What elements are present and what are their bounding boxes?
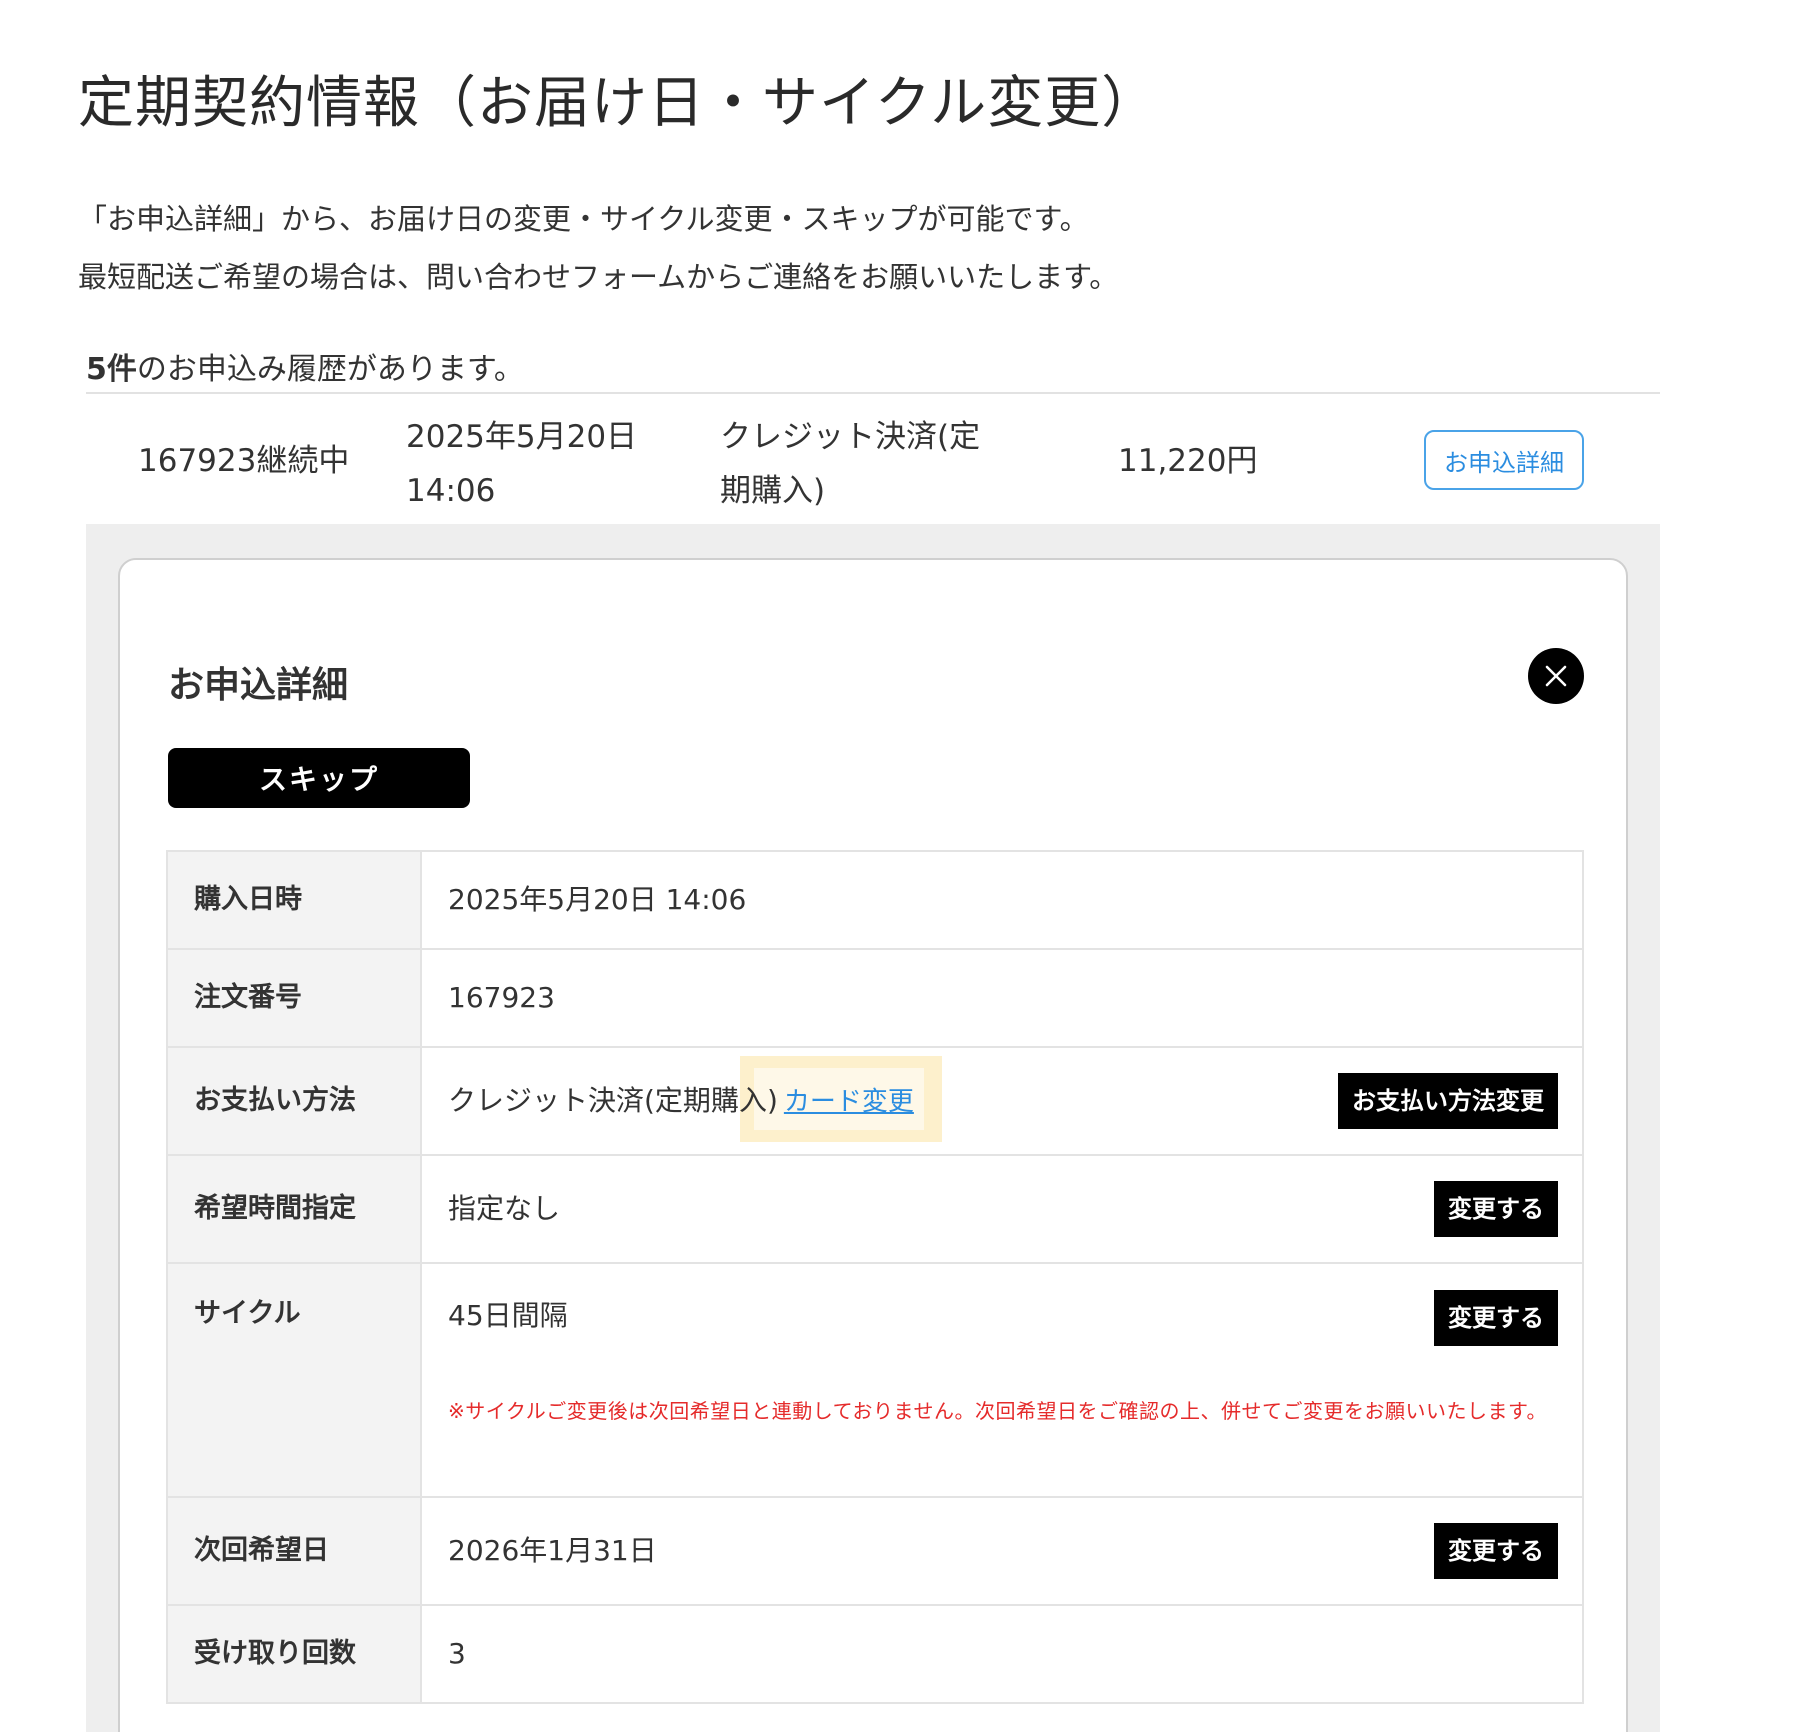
value-receive-count: 3 [448, 1637, 466, 1670]
row-payment-method: お支払い方法 クレジット決済(定期購入) カード変更 お支払い方法変更 [168, 1048, 1582, 1156]
label-order-number: 注文番号 [168, 950, 422, 1046]
order-date: 2025年5月20日 14:06 [406, 410, 637, 518]
payment-method-text-tail: 入) [738, 1084, 778, 1117]
value-next-date: 2026年1月31日 変更する [422, 1498, 1582, 1604]
modal-title: お申込詳細 [168, 665, 349, 706]
close-button[interactable] [1528, 648, 1584, 704]
order-price: 11,220円 [1118, 443, 1258, 479]
history-count-suffix: のお申込み履歴があります。 [136, 352, 524, 387]
order-payment-line1: クレジット決済(定 [720, 419, 981, 455]
order-row: 167923継続中 2025年5月20日 14:06 クレジット決済(定 期購入… [86, 396, 1660, 524]
row-receive-count: 受け取り回数 3 [168, 1606, 1582, 1704]
history-count: 5件のお申込み履歴があります。 [86, 344, 524, 388]
value-payment-method: クレジット決済(定期購入) カード変更 お支払い方法変更 [422, 1048, 1582, 1154]
skip-button[interactable]: スキップ [168, 748, 470, 808]
value-time-slot: 指定なし 変更する [422, 1156, 1582, 1262]
row-cycle: サイクル 45日間隔 変更する ※サイクルご変更後は次回希望日と連動しておりませ… [168, 1264, 1582, 1498]
card-change-link[interactable]: カード変更 [784, 1087, 914, 1117]
close-icon [1545, 665, 1567, 687]
order-detail-button[interactable]: お申込詳細 [1424, 430, 1584, 490]
order-date-day: 2025年5月20日 [406, 419, 638, 455]
label-purchase-datetime: 購入日時 [168, 852, 422, 948]
label-next-date: 次回希望日 [168, 1498, 422, 1604]
label-time-slot: 希望時間指定 [168, 1156, 422, 1262]
intro-line-1: 「お申込詳細」から、お届け日の変更・サイクル変更・スキップが可能です。 [78, 202, 1089, 236]
cycle-note: ※サイクルご変更後は次回希望日と連動しておりません。次回希望日をご確認の上、併せ… [448, 1399, 1547, 1423]
cycle-text: 45日間隔 [448, 1299, 568, 1332]
payment-method-change-button[interactable]: お支払い方法変更 [1338, 1073, 1558, 1129]
value-order-number: 167923 [448, 981, 555, 1014]
intro-text: 「お申込詳細」から、お届け日の変更・サイクル変更・スキップが可能です。 最短配送… [78, 190, 1118, 306]
page: 定期契約情報（お届け日・サイクル変更） 「お申込詳細」から、お届け日の変更・サイ… [0, 0, 1800, 1732]
order-payment-line2: 期購入) [720, 473, 826, 509]
order-payment: クレジット決済(定 期購入) [720, 410, 980, 518]
detail-table: 購入日時 2025年5月20日 14:06 注文番号 167923 お支払い方法… [166, 850, 1584, 1704]
divider [86, 392, 1660, 394]
value-purchase-datetime: 2025年5月20日 14:06 [448, 883, 747, 916]
history-count-number: 5件 [86, 352, 137, 387]
order-detail-modal: お申込詳細 スキップ 購入日時 2025年5月20日 14:06 注文番号 16… [118, 558, 1628, 1732]
payment-method-text: クレジット決済(定期購 [448, 1084, 739, 1117]
value-cycle: 45日間隔 変更する ※サイクルご変更後は次回希望日と連動しておりません。次回希… [422, 1264, 1582, 1496]
intro-line-2: 最短配送ご希望の場合は、問い合わせフォームからご連絡をお願いいたします。 [78, 260, 1119, 294]
time-slot-text: 指定なし [448, 1192, 561, 1225]
time-slot-change-button[interactable]: 変更する [1434, 1181, 1558, 1237]
label-receive-count: 受け取り回数 [168, 1606, 422, 1702]
label-cycle: サイクル [168, 1264, 422, 1496]
next-date-change-button[interactable]: 変更する [1434, 1523, 1558, 1579]
page-title: 定期契約情報（お届け日・サイクル変更） [78, 71, 1159, 136]
label-payment-method: お支払い方法 [168, 1048, 422, 1154]
row-time-slot: 希望時間指定 指定なし 変更する [168, 1156, 1582, 1264]
order-date-time: 14:06 [406, 473, 496, 509]
order-id-status: 167923継続中 [138, 443, 350, 479]
cycle-change-button[interactable]: 変更する [1434, 1290, 1558, 1346]
next-date-text: 2026年1月31日 [448, 1534, 657, 1567]
row-next-date: 次回希望日 2026年1月31日 変更する [168, 1498, 1582, 1606]
row-order-number: 注文番号 167923 [168, 950, 1582, 1048]
modal-backdrop: お申込詳細 スキップ 購入日時 2025年5月20日 14:06 注文番号 16… [86, 524, 1660, 1732]
row-purchase-datetime: 購入日時 2025年5月20日 14:06 [168, 852, 1582, 950]
